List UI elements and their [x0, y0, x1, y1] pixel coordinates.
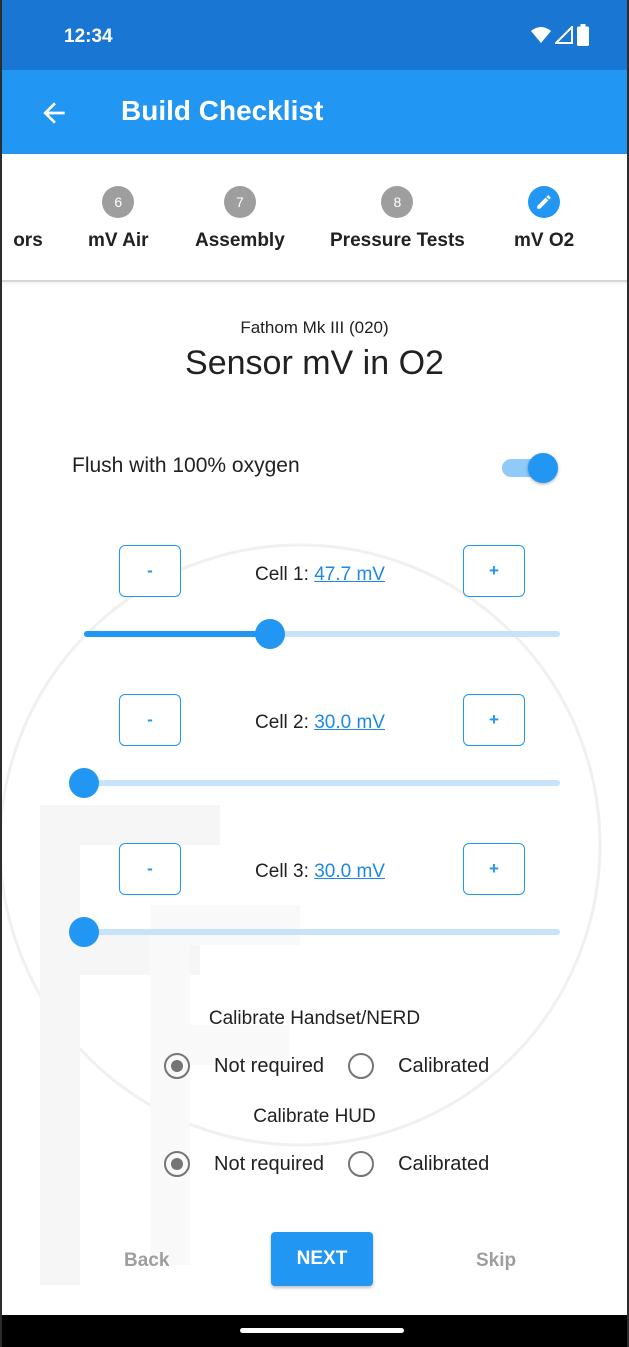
handset-calibrated-radio[interactable] — [348, 1053, 375, 1079]
signal-icon — [555, 26, 573, 44]
handset-not-required-label[interactable]: Not required — [214, 1055, 324, 1078]
cell2-increment-button[interactable]: + — [463, 694, 525, 746]
cell3-label: Cell 3: 30.0 mV — [220, 861, 420, 883]
cell1-increment-button[interactable]: + — [463, 545, 525, 597]
handset-not-required-radio[interactable] — [164, 1053, 190, 1079]
step-number: 6 — [102, 186, 135, 218]
step-mv-o2[interactable]: mV O2 — [514, 186, 574, 252]
cell2-slider[interactable] — [69, 768, 560, 798]
toggle-thumb — [528, 453, 558, 483]
cell1-label: Cell 1: 47.7 mV — [220, 564, 420, 586]
step-label: mV Air — [88, 230, 149, 251]
cell1-decrement-button[interactable]: - — [119, 545, 181, 597]
slider-thumb[interactable] — [69, 768, 99, 798]
slider-thumb[interactable] — [69, 917, 99, 947]
frame-border-left — [0, 0, 2, 1347]
radio-selected-dot — [171, 1158, 183, 1170]
calibrate-hud-title: Calibrate HUD — [253, 1106, 376, 1127]
slider-track — [84, 780, 560, 786]
step-pressure-tests[interactable]: 8 Pressure Tests — [330, 186, 465, 252]
cell3-slider[interactable] — [69, 917, 560, 947]
handset-calibrated-label[interactable]: Calibrated — [398, 1055, 489, 1078]
step-assembly[interactable]: 7 Assembly — [195, 186, 285, 252]
app-title: Build Checklist — [121, 95, 324, 126]
cell3-decrement-button[interactable]: - — [119, 843, 181, 895]
step-number: 8 — [381, 186, 414, 218]
cell2-value-link[interactable]: 30.0 mV — [314, 712, 385, 733]
hud-calibrated-label[interactable]: Calibrated — [398, 1153, 489, 1176]
back-arrow-icon[interactable] — [38, 97, 70, 129]
cell1-value-link[interactable]: 47.7 mV — [314, 564, 385, 585]
calibrate-handset-title: Calibrate Handset/NERD — [208, 1008, 421, 1029]
wifi-icon — [531, 27, 551, 43]
hud-calibrated-radio[interactable] — [348, 1151, 375, 1177]
radio-selected-dot — [171, 1060, 183, 1072]
step-label: Assembly — [195, 230, 285, 251]
status-time: 12:34 — [64, 26, 113, 47]
app-bar: Build Checklist — [0, 70, 629, 154]
step-active-circle — [528, 186, 561, 218]
battery-icon — [577, 24, 589, 46]
next-button[interactable]: NEXT — [271, 1232, 373, 1286]
slider-fill — [84, 631, 270, 637]
step-label: ors — [13, 230, 43, 251]
page-title: Sensor mV in O2 — [185, 344, 444, 382]
step-label: mV O2 — [514, 230, 575, 251]
slider-track — [84, 929, 560, 935]
status-bar: 12:34 — [0, 0, 629, 70]
step-mv-air[interactable]: 6 mV Air — [88, 186, 149, 252]
flush-toggle[interactable] — [502, 452, 558, 483]
step-number: 7 — [223, 186, 256, 218]
cell1-label-text: Cell 1: — [255, 564, 315, 585]
skip-button[interactable]: Skip — [476, 1250, 516, 1272]
cell3-increment-button[interactable]: + — [463, 843, 525, 895]
calibrate-hud-options: Not required Calibrated — [164, 1151, 513, 1177]
status-icons — [531, 24, 589, 46]
device-name: Fathom Mk III (020) — [240, 318, 389, 337]
step-sensors[interactable]: ors — [12, 186, 44, 252]
flush-label: Flush with 100% oxygen — [72, 454, 300, 477]
hud-not-required-radio[interactable] — [164, 1151, 190, 1177]
cell2-decrement-button[interactable]: - — [119, 694, 181, 746]
cell2-label-text: Cell 2: — [255, 712, 315, 733]
cell3-value-link[interactable]: 30.0 mV — [314, 861, 385, 882]
home-gesture-handle[interactable] — [240, 1328, 404, 1333]
cell1-slider[interactable] — [84, 619, 560, 649]
stepper-bar: ors 6 mV Air 7 Assembly 8 Pressure Tests… — [0, 154, 629, 282]
back-button[interactable]: Back — [124, 1250, 169, 1272]
cell2-label: Cell 2: 30.0 mV — [220, 712, 420, 734]
hud-not-required-label[interactable]: Not required — [214, 1153, 324, 1176]
slider-thumb[interactable] — [254, 619, 285, 649]
cell3-label-text: Cell 3: — [255, 861, 315, 882]
calibrate-handset-options: Not required Calibrated — [164, 1053, 513, 1079]
pencil-icon — [537, 195, 551, 209]
step-label: Pressure Tests — [330, 230, 465, 251]
gesture-bar — [0, 1315, 629, 1347]
